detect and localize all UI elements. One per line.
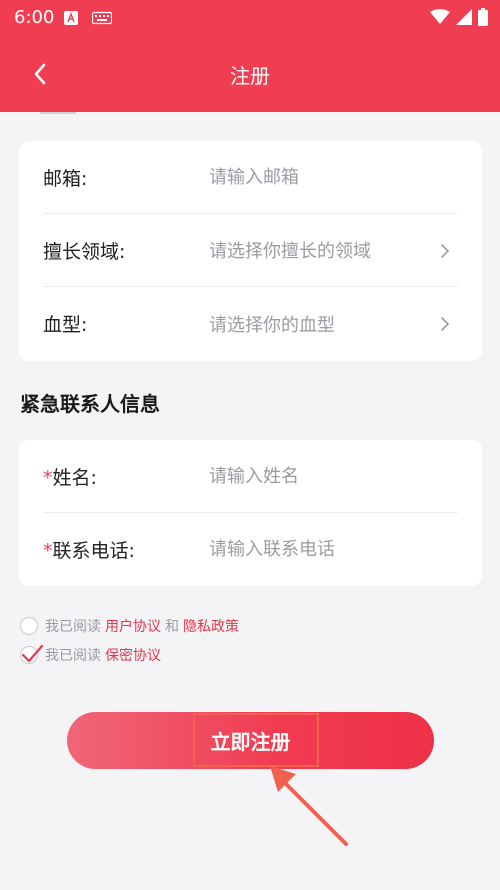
contact-name-row: *姓名: xyxy=(43,440,458,513)
email-row: 邮箱: xyxy=(43,141,458,214)
emergency-contact-card: *姓名: *联系电话: xyxy=(19,440,482,586)
required-mark: * xyxy=(43,466,53,489)
status-bar: 6:00 xyxy=(0,0,500,36)
agreement-row-privacy: 我已阅读 用户协议 和 隐私政策 xyxy=(20,616,243,636)
blood-type-label: 血型: xyxy=(43,314,88,336)
chevron-right-icon xyxy=(441,244,450,258)
contact-phone-input[interactable] xyxy=(209,539,458,560)
privacy-policy-link[interactable]: 隐私政策 xyxy=(183,616,239,636)
wifi-icon xyxy=(430,9,450,29)
app-notification-icon xyxy=(64,10,78,25)
user-agreement-link[interactable]: 用户协议 xyxy=(105,616,161,636)
agreement-checkbox-checked[interactable] xyxy=(20,644,44,664)
expertise-label: 擅长领域: xyxy=(43,240,126,263)
required-mark: * xyxy=(43,540,53,562)
battery-icon xyxy=(478,8,488,30)
status-time: 6:00 xyxy=(14,7,55,28)
expertise-row[interactable]: 擅长领域: 请选择你擅长的领域 xyxy=(43,214,458,287)
expertise-select[interactable]: 请选择你擅长的领域 xyxy=(209,237,458,263)
keyboard-icon xyxy=(91,10,113,25)
annotation-arrow-icon xyxy=(270,766,348,846)
contact-name-input[interactable] xyxy=(209,465,458,487)
register-button[interactable]: 立即注册 xyxy=(67,712,434,769)
blood-type-row[interactable]: 血型: 请选择你的血型 xyxy=(43,287,458,360)
page-title: 注册 xyxy=(230,64,270,88)
confidentiality-agreement-link[interactable]: 保密协议 xyxy=(105,645,161,665)
chevron-right-icon xyxy=(441,317,450,331)
contact-phone-label: *联系电话: xyxy=(43,540,135,562)
status-icons xyxy=(430,8,488,30)
agreement-prefix: 我已阅读 xyxy=(45,619,101,635)
emergency-section-title: 紧急联系人信息 xyxy=(20,392,160,416)
contact-phone-row: *联系电话: xyxy=(43,513,458,586)
checkmark-icon xyxy=(21,644,44,663)
agreement-row-confidentiality: 我已阅读 保密协议 xyxy=(20,644,165,665)
blood-type-select[interactable]: 请选择你的血型 xyxy=(209,311,458,337)
agreement-prefix: 我已阅读 xyxy=(45,648,101,664)
contact-name-label: *姓名: xyxy=(43,466,97,489)
signal-icon xyxy=(456,9,472,29)
email-label: 邮箱: xyxy=(43,167,88,190)
email-input[interactable] xyxy=(209,166,458,188)
agreement-checkbox-unchecked[interactable] xyxy=(20,617,38,635)
app-header: 注册 xyxy=(0,36,500,112)
scrolled-content-edge xyxy=(40,112,100,118)
agreement-conjunction: 和 xyxy=(165,619,179,635)
register-button-label: 立即注册 xyxy=(210,732,291,754)
basic-info-card: 邮箱: 擅长领域: 请选择你擅长的领域 血型: 请选择你的血型 xyxy=(19,141,482,361)
